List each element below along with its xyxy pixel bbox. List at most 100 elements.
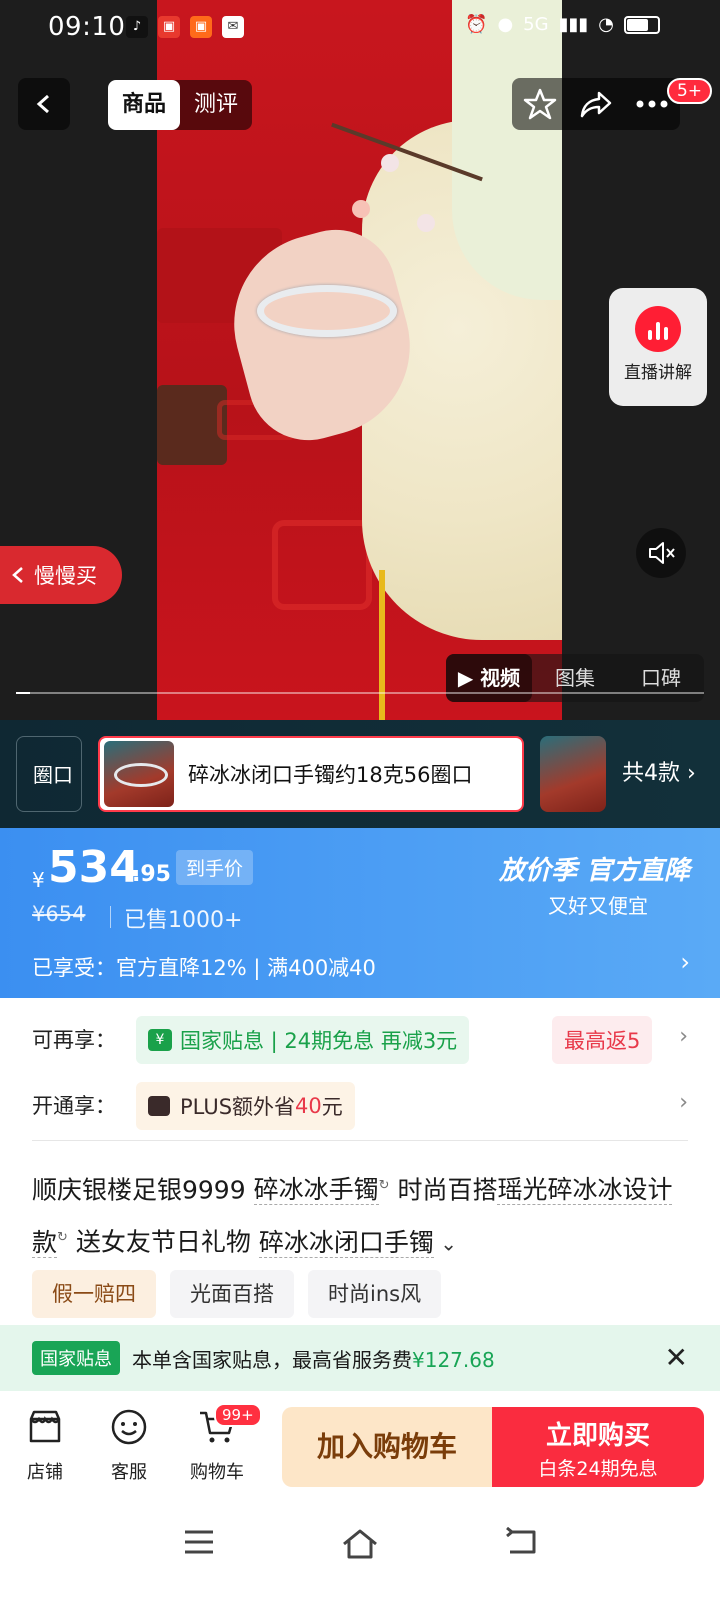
cashback-pill[interactable]: 最高返5 <box>552 1016 652 1064</box>
cart-count-badge: 99+ <box>214 1403 262 1427</box>
status-bar: 09:10 ♪ ▣ ▣ ✉ ⏰ ● 5G ▮▮▮ ◔ <box>0 0 720 58</box>
wifi-icon: ◔ <box>598 14 614 35</box>
tab-video[interactable]: ▶ 视频 <box>446 654 532 702</box>
back-button[interactable] <box>18 78 70 130</box>
title-part: 送女友节日礼物 <box>67 1227 259 1257</box>
status-indicators: ⏰ ● 5G ▮▮▮ ◔ <box>465 14 660 35</box>
extra-benefits-label: 可再享： <box>32 1028 116 1052</box>
signal-icon: ▮▮▮ <box>558 14 589 35</box>
cart-label: 购物车 <box>190 1462 244 1483</box>
shop-button[interactable]: 店铺 <box>10 1407 80 1484</box>
plus-pill-suffix: 元 <box>321 1095 343 1119</box>
status-time: 09:10 <box>48 12 126 42</box>
close-icon[interactable]: ✕ <box>665 1341 688 1374</box>
live-label: 直播讲解 <box>624 363 692 383</box>
extra-benefits-row[interactable]: 可再享： ¥ 国家贴息 | 24期免息 再减3元 最高返5 › <box>0 1012 720 1068</box>
blossom-image <box>381 154 399 172</box>
star-icon[interactable] <box>523 87 557 121</box>
sku-option-next[interactable] <box>540 736 606 812</box>
coupon-icon: ¥ <box>148 1029 172 1051</box>
refresh-icon: ↻ <box>57 1230 68 1246</box>
price-integer: 534 <box>48 842 140 893</box>
tab-gallery[interactable]: 图集 <box>532 654 618 702</box>
share-icon[interactable] <box>579 87 613 121</box>
price-currency: ¥ <box>32 868 45 892</box>
sku-total-label: 共4款 <box>622 761 680 786</box>
enjoyed-discounts: 已享受：官方直降12% | 满400减40 <box>32 956 376 980</box>
system-nav-bar <box>0 1493 720 1600</box>
network-label: 5G <box>523 14 549 35</box>
location-icon: ● <box>497 14 514 35</box>
shop-label: 店铺 <box>27 1462 63 1483</box>
crown-icon <box>148 1096 170 1116</box>
title-keyword-link[interactable]: 碎冰冰手镯 <box>253 1175 379 1206</box>
slow-buy-button[interactable]: 慢慢买 <box>0 546 122 604</box>
product-media[interactable]: 商品 测评 5+ 直播讲解 慢慢买 ▶ 视频 图集 口碑 <box>0 0 720 720</box>
shop-icon <box>29 1410 61 1443</box>
chevron-right-icon: › <box>679 1024 688 1049</box>
seal-pattern-image <box>272 520 372 610</box>
sku-option-name: 碎冰冰闭口手镯约18克56圈口 <box>188 763 473 787</box>
price-divider <box>110 906 111 928</box>
speaker-muted-icon <box>649 542 675 564</box>
more-icon[interactable] <box>635 99 669 109</box>
bangle-image <box>257 285 397 337</box>
final-price-tag: 到手价 <box>176 850 254 885</box>
title-part: 时尚百搭 <box>389 1175 498 1205</box>
plus-pill-prefix: PLUS额外省 <box>180 1095 296 1119</box>
slow-buy-label: 慢慢买 <box>34 564 97 588</box>
menu-icon[interactable] <box>182 1527 216 1557</box>
tag-style[interactable]: 光面百搭 <box>170 1270 294 1318</box>
plus-benefits-row[interactable]: 开通享： PLUS额外省 40 元 › <box>0 1078 720 1134</box>
bottom-action-bar: 店铺 客服 购物车 99+ 加入购物车 立即购买 白条24期免息 <box>0 1393 720 1493</box>
chevron-left-icon <box>36 94 49 114</box>
live-explain-button[interactable]: 直播讲解 <box>609 288 707 406</box>
tag-style[interactable]: 时尚ins风 <box>308 1270 442 1318</box>
tag-guarantee[interactable]: 假一赔四 <box>32 1270 156 1318</box>
media-tab-bar: ▶ 视频 图集 口碑 <box>446 654 704 702</box>
chevron-down-icon[interactable]: ⌄ <box>434 1232 457 1256</box>
notice-message: 本单含国家贴息，最高省服务费 <box>132 1347 412 1372</box>
sku-total-button[interactable]: 共4款 › <box>622 720 696 828</box>
subsidy-notice: 国家贴息 本单含国家贴息，最高省服务费¥127.68 ✕ <box>0 1325 720 1391</box>
customer-service-button[interactable]: 客服 <box>94 1407 164 1484</box>
price-banner: ¥ 534 .95 到手价 ¥654 已售1000+ 放价季 官方直降 又好又便… <box>0 828 720 998</box>
chevron-right-icon: › <box>679 1090 688 1115</box>
title-keyword-link[interactable]: 碎冰冰闭口手镯 <box>258 1227 434 1258</box>
original-price: ¥654 <box>32 902 86 926</box>
notice-tag: 国家贴息 <box>32 1341 120 1375</box>
tassel-image <box>379 570 385 720</box>
customer-service-label: 客服 <box>111 1462 147 1483</box>
buy-now-label: 立即购买 <box>545 1421 650 1451</box>
blossom-image <box>417 214 435 232</box>
chevron-left-icon <box>12 567 23 583</box>
divider <box>32 1140 688 1141</box>
product-title: 顺庆银楼足银9999 碎冰冰手镯↻ 时尚百搭瑶光碎冰冰设计款↻ 送女友节日礼物 … <box>32 1162 692 1268</box>
gov-subsidy-pill[interactable]: ¥ 国家贴息 | 24期免息 再减3元 <box>136 1016 470 1064</box>
plus-pill[interactable]: PLUS额外省 40 元 <box>136 1082 355 1130</box>
buy-now-sublabel: 白条24期免息 <box>538 1458 658 1480</box>
tab-review[interactable]: 测评 <box>180 80 252 130</box>
tab-product[interactable]: 商品 <box>108 80 181 130</box>
back-nav-icon[interactable] <box>504 1527 538 1557</box>
top-tab-bar: 商品 测评 <box>108 80 253 130</box>
plus-pill-amount: 40 <box>295 1094 322 1118</box>
tab-reviews[interactable]: 口碑 <box>618 654 704 702</box>
gov-subsidy-text: 国家贴息 | 24期免息 再减3元 <box>180 1029 458 1053</box>
buy-now-button[interactable]: 立即购买 白条24期免息 <box>492 1407 704 1487</box>
battery-icon <box>624 15 660 34</box>
chevron-right-icon: › <box>687 761 696 786</box>
live-icon <box>635 306 681 352</box>
mute-button[interactable] <box>636 528 686 578</box>
sku-option-prev[interactable]: 圈口 <box>16 736 82 812</box>
video-progress-bar[interactable] <box>16 692 704 694</box>
add-to-cart-button[interactable]: 加入购物车 <box>282 1407 492 1487</box>
sku-option-selected[interactable]: 碎冰冰闭口手镯约18克56圈口 <box>98 736 524 812</box>
plus-benefits-label: 开通享： <box>32 1094 116 1118</box>
product-tags: 假一赔四 光面百搭 时尚ins风 <box>32 1270 442 1318</box>
top-action-bar <box>512 78 680 130</box>
price-decimal: .95 <box>132 862 171 887</box>
home-icon[interactable] <box>340 1527 380 1561</box>
promo-subtitle: 又好又便宜 <box>548 894 648 918</box>
smile-icon <box>111 1409 147 1445</box>
